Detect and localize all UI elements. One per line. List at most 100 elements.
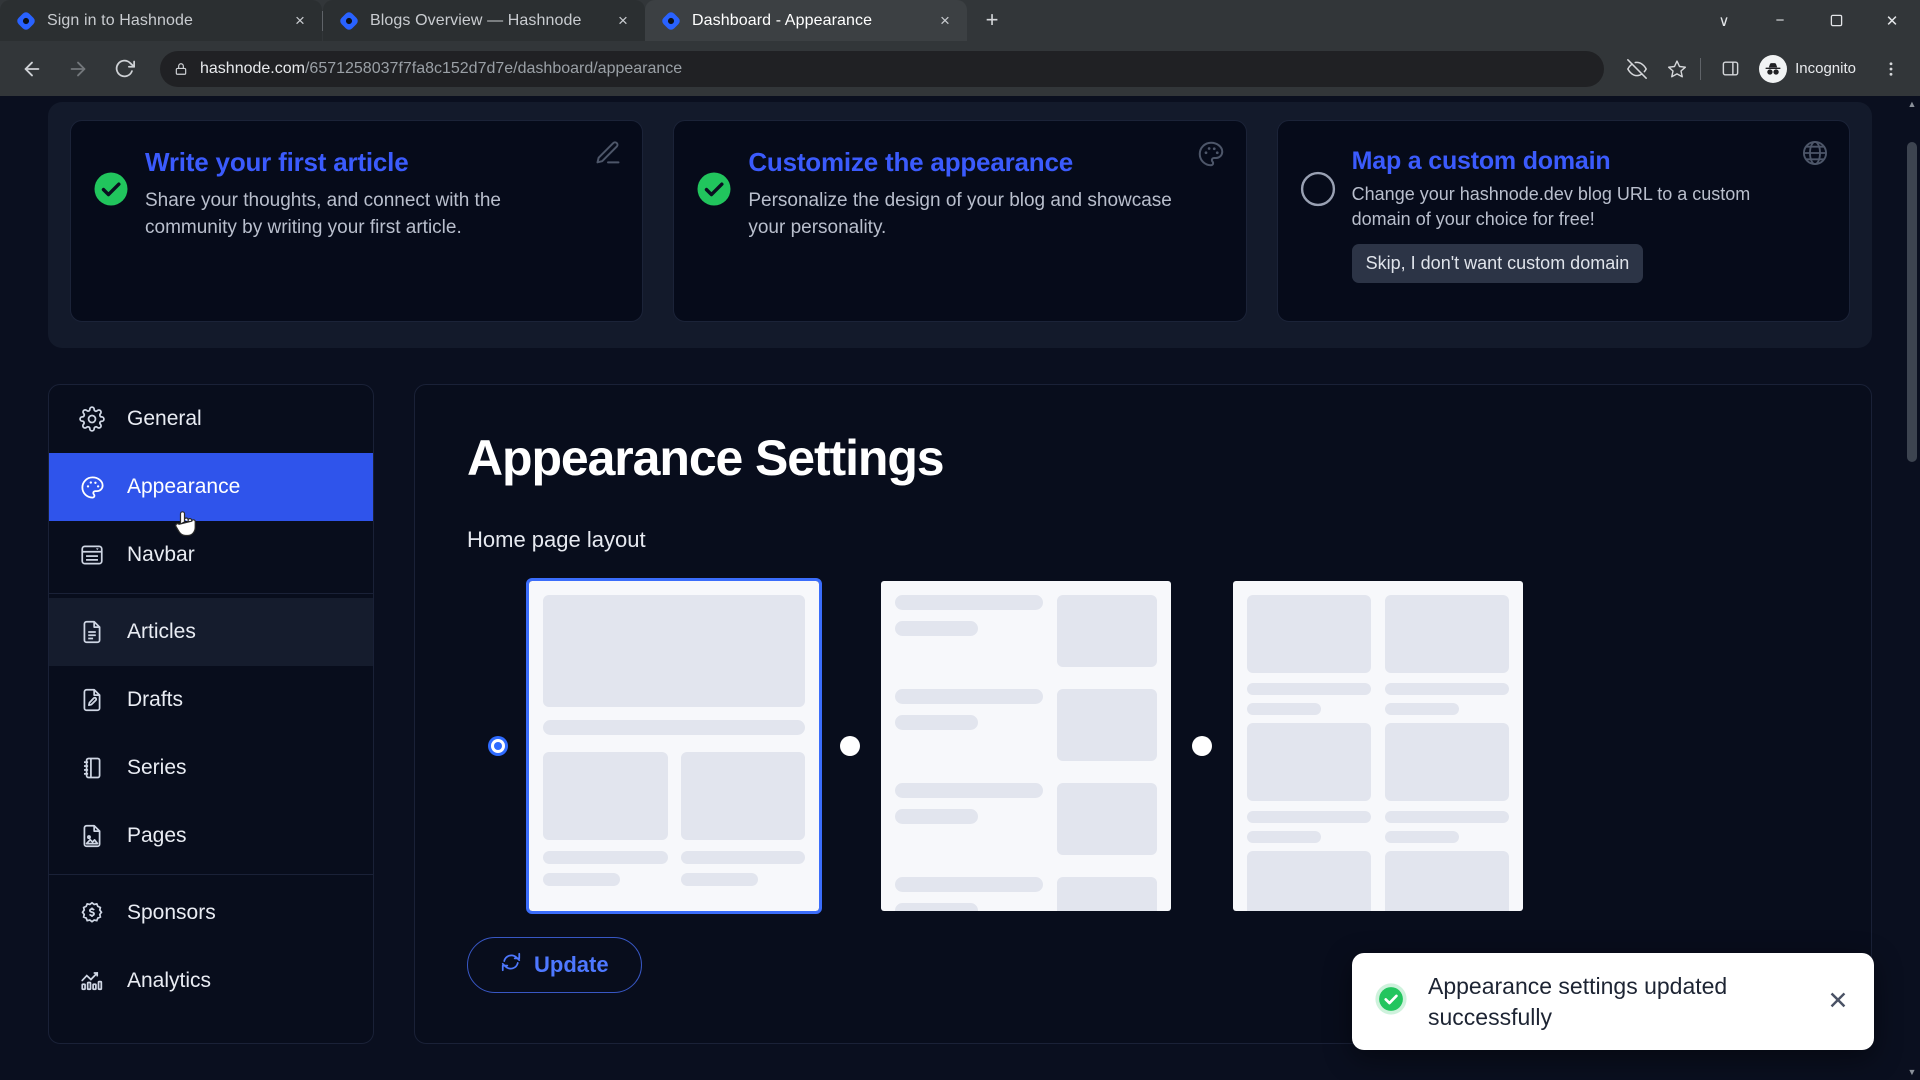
radio-wrap xyxy=(1171,581,1233,911)
sidebar-item-drafts[interactable]: Drafts xyxy=(49,666,373,734)
preview-line xyxy=(895,689,1043,704)
preview-line xyxy=(680,873,758,886)
scrollbar-thumb[interactable] xyxy=(1907,142,1917,462)
card-title[interactable]: Customize the appearance xyxy=(748,147,1219,178)
layout-radio-grid[interactable] xyxy=(488,736,508,756)
onboarding-checklist: Write your first article Share your thou… xyxy=(48,102,1872,348)
tab-title: Dashboard - Appearance xyxy=(692,11,873,29)
eye-off-icon[interactable] xyxy=(1620,52,1654,86)
preview-text-col xyxy=(895,783,1043,855)
preview-card xyxy=(543,752,668,840)
star-icon[interactable] xyxy=(1660,52,1694,86)
sidebar-item-label: Appearance xyxy=(127,475,241,498)
reload-icon[interactable] xyxy=(104,49,144,89)
sidebar-item-label: Navbar xyxy=(127,543,195,566)
card-body: Map a custom domain Change your hashnode… xyxy=(1351,143,1823,283)
sidebar-item-analytics[interactable]: Analytics xyxy=(49,947,373,1015)
browser-tab-0[interactable]: Sign in to Hashnode × xyxy=(0,0,322,41)
skip-custom-domain-button[interactable]: Skip, I don't want custom domain xyxy=(1351,243,1644,283)
profile-incognito-chip[interactable]: Incognito xyxy=(1755,52,1868,86)
preview-hero-block xyxy=(543,595,805,707)
scroll-down-arrow[interactable]: ▼ xyxy=(1904,1064,1920,1080)
minimize-button[interactable]: − xyxy=(1752,0,1808,41)
maximize-button[interactable] xyxy=(1808,0,1864,41)
sidebar-item-label: General xyxy=(127,407,202,430)
layout-option-two-column[interactable] xyxy=(1171,581,1523,911)
layout-preview-grid[interactable] xyxy=(526,578,822,914)
preview-line xyxy=(1247,683,1371,695)
card-description: Share your thoughts, and connect with th… xyxy=(145,190,501,238)
preview-line xyxy=(895,903,978,911)
sidebar-item-navbar[interactable]: Navbar xyxy=(49,521,373,589)
analytics-chart-icon xyxy=(77,966,107,996)
check-circle-icon xyxy=(93,171,129,212)
browser-window: Sign in to Hashnode × Blogs Overview — H… xyxy=(0,0,1920,1080)
preview-grid xyxy=(1247,595,1509,911)
close-icon[interactable]: × xyxy=(611,9,635,33)
toolbar-divider xyxy=(1700,57,1702,80)
preview-grid-col xyxy=(1385,595,1509,911)
preview-line xyxy=(1247,831,1322,843)
forward-icon[interactable] xyxy=(58,49,98,89)
layout-preview-two-column[interactable] xyxy=(1233,581,1523,911)
url-domain: hashnode.com xyxy=(200,59,305,77)
preview-list-row xyxy=(895,877,1157,911)
browser-tab-2[interactable]: Dashboard - Appearance × xyxy=(645,0,967,41)
toast-message: Appearance settings updated successfully xyxy=(1428,973,1728,1030)
kebab-menu-icon[interactable] xyxy=(1874,52,1908,86)
new-tab-button[interactable]: + xyxy=(975,3,1009,37)
appearance-settings-panel: Appearance Settings Home page layout Upd… xyxy=(414,384,1872,1044)
preview-grid xyxy=(543,752,805,895)
tab-title: Sign in to Hashnode xyxy=(47,11,194,29)
sidebar-item-articles[interactable]: Articles xyxy=(49,598,373,666)
layout-option-list[interactable] xyxy=(819,581,1171,911)
layout-radio-list[interactable] xyxy=(840,736,860,756)
globe-icon xyxy=(1801,139,1829,172)
preview-card xyxy=(680,752,805,840)
sidebar-item-label: Series xyxy=(127,756,187,779)
preview-line xyxy=(895,809,978,824)
layout-radio-two-column[interactable] xyxy=(1192,736,1212,756)
preview-text-col xyxy=(895,689,1043,761)
page-scrollbar[interactable]: ▲ ▼ xyxy=(1904,96,1920,1080)
preview-line xyxy=(895,783,1043,798)
preview-card xyxy=(1247,723,1371,801)
close-icon[interactable]: ✕ xyxy=(1824,989,1852,1014)
card-title[interactable]: Write your first article xyxy=(145,147,616,178)
preview-line xyxy=(895,877,1043,892)
preview-grid-col xyxy=(1247,595,1371,911)
card-title[interactable]: Map a custom domain xyxy=(1352,147,1823,176)
settings-layout: General Appearance Navbar Articles Draft… xyxy=(48,384,1872,1044)
sidebar-item-series[interactable]: Series xyxy=(49,734,373,802)
sidebar-item-general[interactable]: General xyxy=(49,385,373,453)
preview-line xyxy=(1385,831,1460,843)
radio-wrap xyxy=(819,581,881,911)
browser-tab-1[interactable]: Blogs Overview — Hashnode × xyxy=(323,0,645,41)
tab-search-icon[interactable]: ∨ xyxy=(1696,0,1752,41)
preview-list-row xyxy=(895,595,1157,667)
checklist-card-customize-appearance[interactable]: Customize the appearance Personalize the… xyxy=(673,120,1247,322)
window-controls: ∨ − ✕ xyxy=(1696,0,1920,41)
close-window-button[interactable]: ✕ xyxy=(1864,0,1920,41)
sidebar-item-appearance[interactable]: Appearance xyxy=(49,453,373,521)
update-button[interactable]: Update xyxy=(467,937,642,993)
page-viewport: Write your first article Share your thou… xyxy=(0,96,1920,1080)
series-book-icon xyxy=(77,753,107,783)
card-body: Customize the appearance Personalize the… xyxy=(748,143,1219,242)
sidebar-item-pages[interactable]: Pages xyxy=(49,802,373,870)
close-icon[interactable]: × xyxy=(288,9,312,33)
sidebar-item-sponsors[interactable]: Sponsors xyxy=(49,879,373,947)
refresh-icon xyxy=(500,951,522,979)
checklist-card-write-article[interactable]: Write your first article Share your thou… xyxy=(70,120,644,322)
preview-title-bar xyxy=(543,720,805,735)
address-bar[interactable]: hashnode.com/6571258037f7fa8c152d7d7e/da… xyxy=(160,50,1605,87)
side-panel-icon[interactable] xyxy=(1713,52,1747,86)
back-icon[interactable] xyxy=(12,49,52,89)
close-icon[interactable]: × xyxy=(933,9,957,33)
page-image-icon xyxy=(77,821,107,851)
layout-preview-list[interactable] xyxy=(881,581,1171,911)
scroll-up-arrow[interactable]: ▲ xyxy=(1904,96,1920,112)
layout-option-grid[interactable] xyxy=(467,578,822,914)
checklist-card-custom-domain[interactable]: Map a custom domain Change your hashnode… xyxy=(1276,120,1850,322)
sidebar-item-label: Sponsors xyxy=(127,901,216,924)
